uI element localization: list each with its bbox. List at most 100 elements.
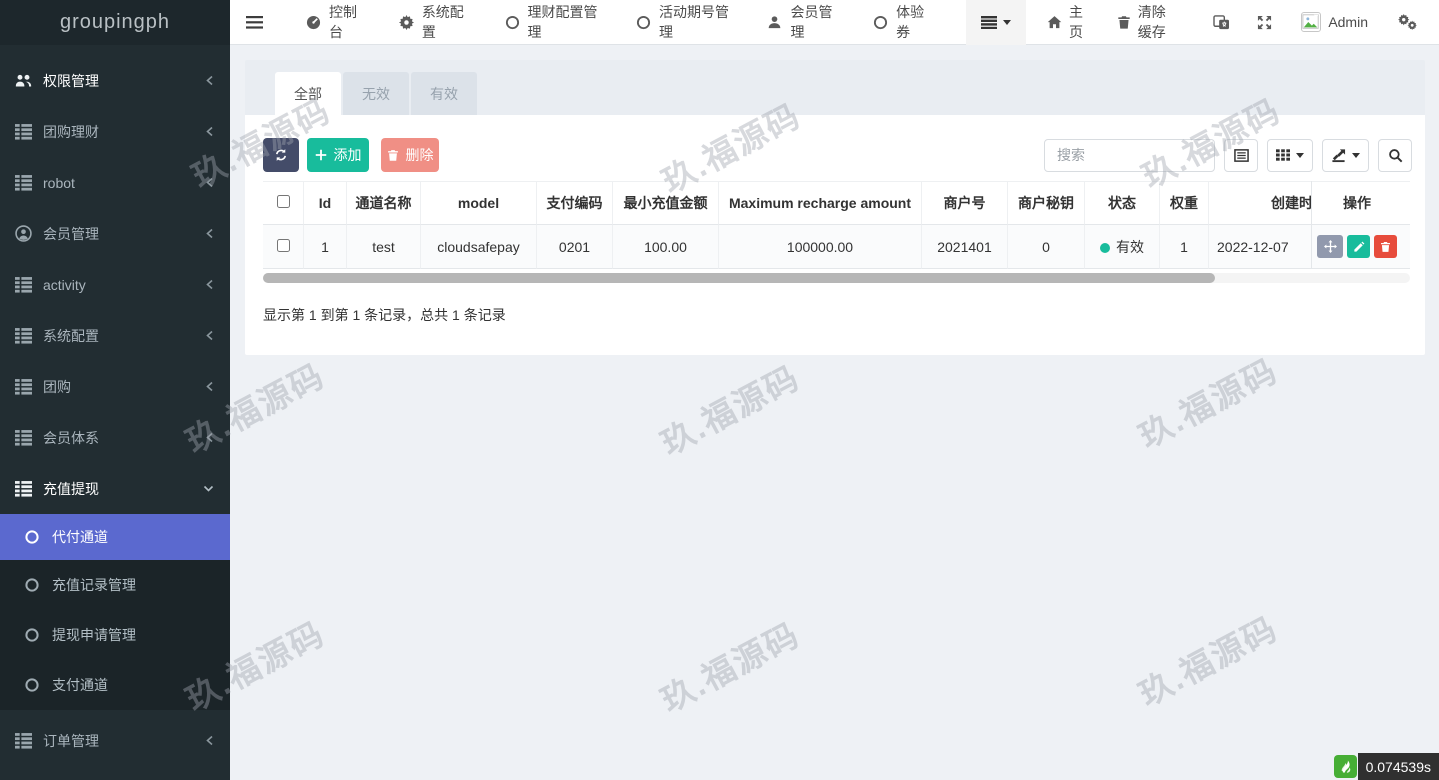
sidebar-item-robot[interactable]: robot xyxy=(0,157,230,208)
sidebar-item-withdraw-requests[interactable]: 提现申请管理 xyxy=(0,610,230,660)
select-all-checkbox[interactable] xyxy=(277,195,290,208)
circle-icon xyxy=(873,15,888,30)
sidebar-item-label: 权限管理 xyxy=(43,71,99,91)
col-min-recharge: 最小充值金额 xyxy=(612,181,718,225)
sidebar-item-label: 充值提现 xyxy=(43,479,99,499)
sidebar-item-label: 团购 xyxy=(43,377,71,397)
fullscreen-icon[interactable] xyxy=(1257,15,1272,30)
search-button[interactable] xyxy=(1378,139,1412,172)
detail-view-button[interactable] xyxy=(1224,139,1258,172)
sidebar-item-member-system[interactable]: 会员体系 xyxy=(0,412,230,463)
thinkphp-logo-icon[interactable] xyxy=(1334,755,1357,778)
tab-invalid[interactable]: 无效 xyxy=(343,72,409,115)
col-status: 状态 xyxy=(1084,181,1159,225)
search-input[interactable] xyxy=(1044,139,1215,172)
scrollbar-thumb[interactable] xyxy=(263,273,1215,283)
sidebar-item-group-buy[interactable]: 团购 xyxy=(0,361,230,412)
add-button[interactable]: 添加 xyxy=(307,138,369,172)
nav-item-voucher[interactable]: 体验券 xyxy=(873,2,933,42)
records-summary: 显示第 1 到第 1 条记录，总共 1 条记录 xyxy=(263,305,506,325)
nav-item-finance-config[interactable]: 理财配置管理 xyxy=(505,2,603,42)
sidebar-item-pay-channel[interactable]: 支付通道 xyxy=(0,660,230,710)
circle-icon xyxy=(636,15,651,30)
cell-merchant-no: 2021401 xyxy=(921,225,1007,269)
nav-home-link[interactable]: 主页 xyxy=(1047,2,1086,42)
tab-all[interactable]: 全部 xyxy=(275,72,341,115)
sidebar-submenu: 代付通道 充值记录管理 提现申请管理 支付通道 xyxy=(0,514,230,710)
runtime-badge[interactable]: 0.074539s xyxy=(1358,753,1439,780)
list-icon xyxy=(15,327,32,344)
col-max-recharge: Maximum recharge amount xyxy=(718,181,921,225)
export-icon xyxy=(1331,148,1346,163)
refresh-button[interactable] xyxy=(263,138,299,172)
user-circle-icon xyxy=(15,225,32,242)
sidebar-item-label: 充值记录管理 xyxy=(52,575,136,595)
nav-item-label: 会员管理 xyxy=(790,2,840,42)
status-dot-icon xyxy=(1100,243,1110,253)
chevron-left-icon xyxy=(205,381,214,392)
list-icon xyxy=(15,429,32,446)
language-icon[interactable] xyxy=(1213,15,1230,30)
table-row[interactable]: 1 test cloudsafepay 0201 100.00 100000.0… xyxy=(263,225,1410,269)
delete-button[interactable]: 删除 xyxy=(381,138,439,172)
nav-item-members[interactable]: 会员管理 xyxy=(767,2,840,42)
sidebar-item-payout-channel[interactable]: 代付通道 xyxy=(0,514,230,560)
nav-clear-cache-link[interactable]: 清除缓存 xyxy=(1117,2,1178,42)
drag-move-button[interactable] xyxy=(1317,235,1343,258)
col-merchant-no: 商户号 xyxy=(921,181,1007,225)
chevron-left-icon xyxy=(205,75,214,86)
list-menu-icon xyxy=(981,16,997,29)
trash-icon xyxy=(1117,15,1131,30)
chevron-left-icon xyxy=(205,279,214,290)
sidebar-toggle-icon[interactable] xyxy=(230,16,278,29)
nav-item-system-config[interactable]: 系统配置 xyxy=(399,2,472,42)
columns-grid-icon xyxy=(1276,148,1290,162)
cell-pay-code: 0201 xyxy=(536,225,612,269)
chevron-down-icon xyxy=(203,484,214,493)
sidebar-item-orders[interactable]: 订单管理 xyxy=(0,715,230,766)
cell-max-recharge: 100000.00 xyxy=(718,225,921,269)
sidebar-item-recharge-withdraw[interactable]: 充值提现 xyxy=(0,463,230,514)
cell-model: cloudsafepay xyxy=(420,225,536,269)
user-menu[interactable]: Admin xyxy=(1301,12,1368,32)
nav-item-label: 系统配置 xyxy=(422,2,472,42)
settings-cogs-icon[interactable] xyxy=(1398,14,1417,31)
cell-min-recharge: 100.00 xyxy=(612,225,718,269)
sidebar-item-activity[interactable]: activity xyxy=(0,259,230,310)
chevron-left-icon xyxy=(205,126,214,137)
operations-cell xyxy=(1312,225,1402,269)
nav-home-label: 主页 xyxy=(1069,2,1086,42)
sidebar-item-recharge-records[interactable]: 充值记录管理 xyxy=(0,560,230,610)
circle-icon xyxy=(24,529,41,546)
sidebar-item-label: 支付通道 xyxy=(52,675,108,695)
sidebar-item-permissions[interactable]: 权限管理 xyxy=(0,55,230,106)
chevron-left-icon xyxy=(205,432,214,443)
nav-item-label: 控制台 xyxy=(329,2,366,42)
sidebar-item-label: activity xyxy=(43,277,86,293)
col-id: Id xyxy=(303,181,346,225)
edit-button[interactable] xyxy=(1347,235,1370,258)
row-delete-button[interactable] xyxy=(1374,235,1397,258)
sidebar-item-group-finance[interactable]: 团购理财 xyxy=(0,106,230,157)
plus-icon xyxy=(315,149,327,161)
chevron-left-icon xyxy=(205,330,214,341)
list-icon xyxy=(15,174,32,191)
app-logo: groupingph xyxy=(0,0,230,45)
columns-button[interactable] xyxy=(1267,139,1313,172)
cell-id: 1 xyxy=(303,225,346,269)
status-badge: 有效 xyxy=(1116,239,1144,255)
home-icon xyxy=(1047,15,1062,30)
row-checkbox[interactable] xyxy=(277,239,290,252)
gauge-icon xyxy=(306,15,321,30)
tab-valid[interactable]: 有效 xyxy=(411,72,477,115)
panel-body: 添加 删除 xyxy=(245,115,1425,355)
nav-item-dashboard[interactable]: 控制台 xyxy=(306,2,366,42)
sidebar-item-system-config[interactable]: 系统配置 xyxy=(0,310,230,361)
col-model: model xyxy=(420,181,536,225)
menu-dropdown-button[interactable] xyxy=(966,0,1026,45)
sidebar-item-members[interactable]: 会员管理 xyxy=(0,208,230,259)
nav-item-activity-period[interactable]: 活动期号管理 xyxy=(636,2,734,42)
user-icon xyxy=(767,15,782,30)
export-button[interactable] xyxy=(1322,139,1369,172)
move-icon xyxy=(1324,240,1337,253)
